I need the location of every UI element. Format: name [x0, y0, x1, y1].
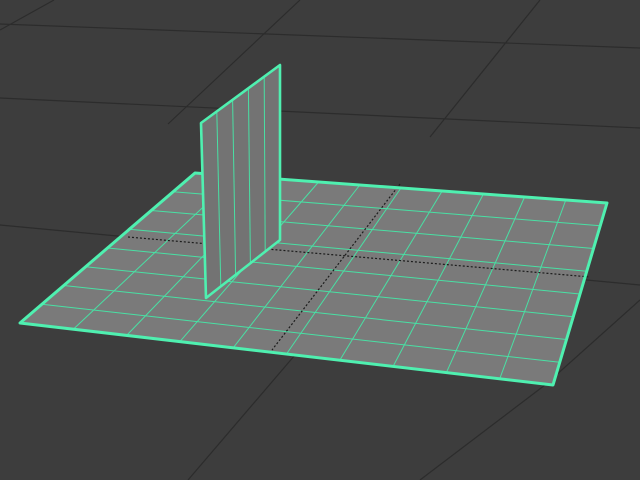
3d-viewport[interactable] [0, 0, 640, 480]
